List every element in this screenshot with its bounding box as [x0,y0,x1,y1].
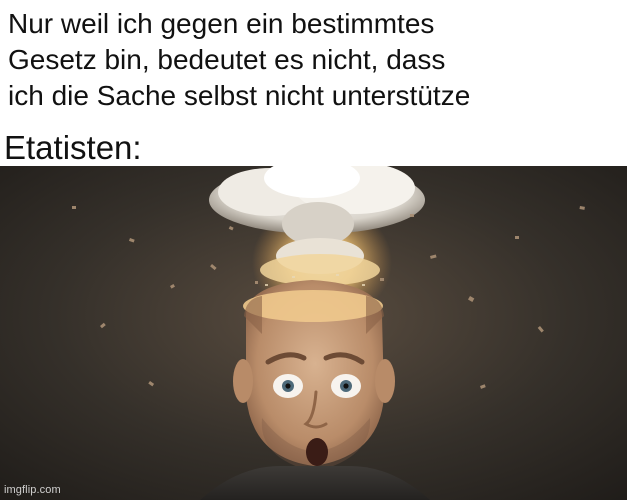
meme-canvas: Nur weil ich gegen ein bestimmtes Gesetz… [0,0,627,500]
mind-blown-man-icon [0,166,627,500]
caption-line-1: Nur weil ich gegen ein bestimmtes [8,8,435,39]
meme-label: Etatisten: [4,129,142,166]
meme-caption: Nur weil ich gegen ein bestimmtes Gesetz… [8,6,623,114]
mind-blown-photo: imgflip.com [0,166,627,500]
caption-line-2: Gesetz bin, bedeutet es nicht, dass [8,44,446,75]
watermark-text: imgflip.com [4,484,61,496]
caption-line-3: ich die Sache selbst nicht unterstütze [8,80,471,111]
